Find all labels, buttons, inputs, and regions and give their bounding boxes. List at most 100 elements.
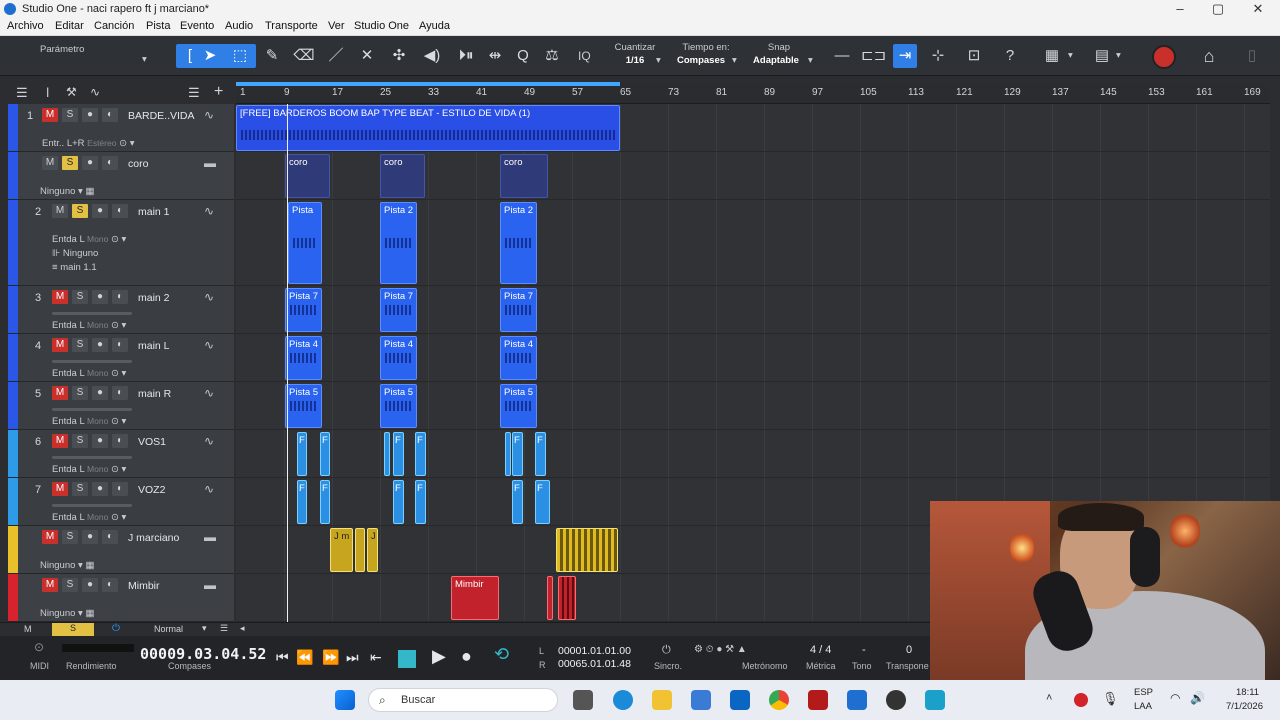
app-icon[interactable]: [808, 690, 828, 710]
track-input[interactable]: Entda L Mono ⊙ ▾: [52, 368, 126, 379]
track-row-7[interactable]: 7 M S ● ◐ VOZ2 ∿ Entda L Mono ⊙ ▾: [8, 478, 234, 526]
obs-icon[interactable]: [886, 690, 906, 710]
microphone-icon[interactable]: 🎙: [1102, 691, 1119, 707]
clip-voz2[interactable]: F: [320, 480, 330, 524]
track-input[interactable]: Entda L Mono ⊙ ▾: [52, 234, 126, 245]
mute-button[interactable]: M: [52, 338, 68, 352]
clip-vos1[interactable]: [384, 432, 390, 476]
search-tool-icon[interactable]: Q: [511, 44, 535, 68]
folder-track-mimbir[interactable]: M S ● ◐ Mimbir ▬ Ninguno ▾ ▦: [8, 574, 234, 622]
clip-j-marciano[interactable]: [355, 528, 365, 572]
track-name[interactable]: VOZ2: [138, 484, 165, 496]
volume-fader[interactable]: [52, 504, 132, 507]
return-to-zero-icon[interactable]: ⇤: [370, 649, 382, 666]
clip-vos1[interactable]: [505, 432, 511, 476]
solo-button[interactable]: S: [62, 108, 78, 122]
chrome-icon[interactable]: [769, 690, 789, 710]
listen-tool-icon[interactable]: ◀): [420, 44, 444, 68]
fast-forward-icon[interactable]: ⏩: [322, 649, 339, 666]
clip-vos1[interactable]: F: [320, 432, 330, 476]
tray-app-icon[interactable]: [1074, 693, 1088, 707]
solo-button[interactable]: S: [72, 482, 88, 496]
clock-date[interactable]: 7/1/2026: [1226, 701, 1263, 712]
track-name[interactable]: coro: [128, 158, 148, 170]
clip-pista-5[interactable]: Pista 5: [500, 384, 537, 428]
clip-coro-2[interactable]: coro: [380, 154, 425, 198]
track-output[interactable]: Ninguno ▾ ▦: [40, 608, 94, 619]
track-row-6[interactable]: 6 M S ● ◐ VOS1 ∿ Entda L Mono ⊙ ▾: [8, 430, 234, 478]
list-icon[interactable]: ☰: [220, 623, 228, 634]
parameter-dropdown-icon[interactable]: ▾: [142, 54, 147, 65]
range-tool-icon[interactable]: ⬚: [228, 44, 252, 68]
mode-dropdown-icon[interactable]: ▾: [202, 623, 207, 634]
solo-button[interactable]: S: [72, 204, 88, 218]
clip-pista-4[interactable]: Pista 4: [285, 336, 322, 380]
track-input[interactable]: Entda L Mono ⊙ ▾: [52, 416, 126, 427]
automation-icon[interactable]: ∿: [90, 85, 100, 99]
clip-pista-7[interactable]: Pista 7: [285, 288, 322, 332]
expand-icon[interactable]: ⇹: [483, 44, 507, 68]
record-button[interactable]: ●: [92, 482, 108, 496]
track-name[interactable]: main 1: [138, 206, 170, 218]
menu-lines-icon[interactable]: ☰: [16, 85, 28, 101]
store-icon[interactable]: [691, 690, 711, 710]
track-row-2[interactable]: 2 M S ● ◐ main 1 ∿ Entda L Mono ⊙ ▾ ⊪ Ni…: [8, 200, 234, 286]
prev-marker-icon[interactable]: ⏮: [276, 649, 289, 666]
monitor-button[interactable]: ◐: [102, 156, 118, 170]
add-track-icon[interactable]: +: [214, 83, 223, 101]
home-icon[interactable]: ⌂: [1197, 44, 1221, 68]
monitor-button[interactable]: ◐: [102, 108, 118, 122]
edge-icon[interactable]: [613, 690, 633, 710]
menu-pista[interactable]: Pista: [146, 20, 170, 32]
clip-pista[interactable]: Pista: [288, 202, 322, 284]
grid-dropdown-icon[interactable]: ▾: [1068, 50, 1073, 61]
volume-fader[interactable]: [52, 312, 132, 315]
solo-button[interactable]: S: [72, 338, 88, 352]
layout-dropdown-icon[interactable]: ▾: [1116, 50, 1121, 61]
sync-icon[interactable]: ⏻: [662, 644, 671, 657]
clip-mimbir[interactable]: [547, 576, 553, 620]
clip-pista-5[interactable]: Pista 5: [285, 384, 322, 428]
mute-button[interactable]: M: [42, 108, 58, 122]
menu-evento[interactable]: Evento: [180, 20, 214, 32]
timebase-dropdown-icon[interactable]: ▾: [732, 55, 737, 66]
mute-button[interactable]: M: [52, 434, 68, 448]
clock-time[interactable]: 18:11: [1236, 687, 1259, 698]
crosshair-icon[interactable]: ⊹: [926, 44, 950, 68]
clip-vos1[interactable]: F: [297, 432, 307, 476]
snap-value[interactable]: Adaptable: [748, 55, 804, 66]
loop-button[interactable]: ⟲: [494, 644, 509, 665]
clip-j-marciano[interactable]: J: [367, 528, 378, 572]
language-secondary[interactable]: LAA: [1134, 701, 1152, 712]
mute-tool-icon[interactable]: ✕: [355, 44, 379, 68]
language-primary[interactable]: ESP: [1134, 687, 1153, 698]
clip-coro-3[interactable]: coro: [500, 154, 548, 198]
record-button[interactable]: ●: [82, 156, 98, 170]
page-icon[interactable]: ▯: [1240, 44, 1264, 68]
folder-icon[interactable]: ▬: [204, 530, 216, 544]
clip-vos1[interactable]: F: [393, 432, 404, 476]
volume-fader[interactable]: [52, 456, 132, 459]
record-transport-button[interactable]: ●: [461, 646, 472, 667]
scale-tool-icon[interactable]: ⚖: [540, 44, 564, 68]
menu-archivo[interactable]: Archivo: [7, 20, 44, 32]
inspector-icon[interactable]: ǀ: [46, 85, 49, 100]
next-marker-icon[interactable]: ⏭: [346, 649, 359, 666]
record-button[interactable]: ●: [92, 338, 108, 352]
monitor-button[interactable]: ◐: [112, 338, 128, 352]
paint-tool-icon[interactable]: ／: [324, 44, 348, 68]
clip-pista-2[interactable]: Pista 2: [500, 202, 537, 284]
scroll-left-icon[interactable]: ◂: [240, 623, 245, 634]
follow-icon[interactable]: ⇥: [893, 44, 917, 68]
clip-voz2[interactable]: F: [393, 480, 404, 524]
clip-coro-1[interactable]: coro: [285, 154, 330, 198]
clip-pista-4[interactable]: Pista 4: [380, 336, 417, 380]
track-name[interactable]: Mimbir: [128, 580, 160, 592]
task-view-icon[interactable]: [573, 690, 593, 710]
monitor-button[interactable]: ◐: [102, 530, 118, 544]
mute-button[interactable]: M: [42, 530, 58, 544]
solo-button[interactable]: S: [62, 156, 78, 170]
record-button[interactable]: ●: [82, 108, 98, 122]
outlook-icon[interactable]: [730, 690, 750, 710]
menu-ayuda[interactable]: Ayuda: [419, 20, 450, 32]
